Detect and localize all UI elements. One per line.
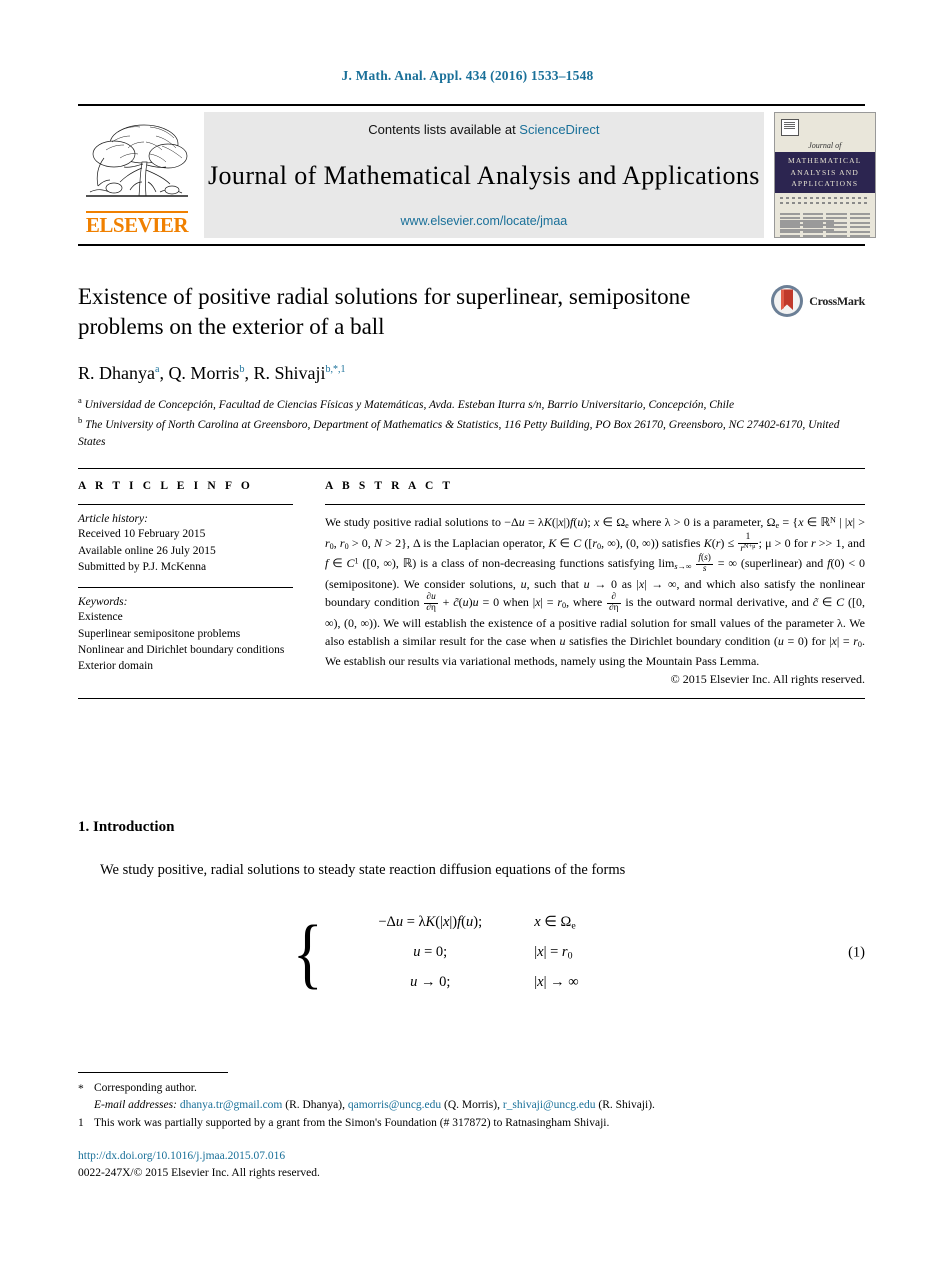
- article-first-page: J. Math. Anal. Appl. 434 (2016) 1533–154…: [0, 0, 935, 1266]
- footnote-grant: 1 This work was partially supported by a…: [78, 1115, 865, 1132]
- journal-masthead: ELSEVIER Contents lists available at Sci…: [78, 104, 876, 246]
- footnote-corresponding-text: Corresponding author.: [94, 1082, 197, 1094]
- affiliation-item: b The University of North Carolina at Gr…: [78, 414, 865, 450]
- article-info-column: A R T I C L E I N F O Article history: R…: [78, 480, 293, 687]
- info-abstract-section: A R T I C L E I N F O Article history: R…: [78, 468, 865, 699]
- crossmark-icon: [771, 285, 804, 317]
- journal-cover-thumbnail: Journal of MATHEMATICAL ANALYSIS AND APP…: [773, 112, 876, 238]
- cover-footer-lines: [779, 219, 870, 234]
- equation-row: u = 0; |x| = r0: [413, 944, 573, 962]
- affiliation-mark: b: [78, 415, 83, 426]
- email-owner: (R. Shivaji).: [598, 1099, 655, 1112]
- equation-number: (1): [848, 944, 865, 961]
- elsevier-logo: ELSEVIER: [78, 112, 196, 238]
- keyword-item: Existence: [78, 611, 123, 624]
- author-name: R. Dhanya: [78, 362, 155, 383]
- issn-copyright-line: 0022-247X/© 2015 Elsevier Inc. All right…: [78, 1166, 320, 1179]
- cover-publisher-mark: [774, 113, 875, 141]
- abstract-body: We study positive radial solutions to −Δ…: [325, 515, 866, 668]
- elsevier-tree-icon: [86, 124, 188, 197]
- author-list: R. Dhanyaa, Q. Morrisb, R. Shivajib,*,1: [78, 362, 346, 383]
- equation-rows: −Δu = λK(|x|)f(u); x ∈ Ωe u = 0; |x| = r…: [330, 908, 654, 997]
- abstract-heading: A B S T R A C T: [325, 480, 454, 493]
- affiliation-text: The University of North Carolina at Gree…: [78, 419, 840, 448]
- page-title: Existence of positive radial solutions f…: [78, 284, 691, 340]
- article-history-label: Article history:: [78, 513, 148, 526]
- cover-header-rules: [775, 193, 875, 211]
- cover-script-line: Journal of: [808, 141, 842, 150]
- footer-doi-block: http://dx.doi.org/10.1016/j.jmaa.2015.07…: [78, 1148, 320, 1181]
- affiliation-list: a Universidad de Concepción, Facultad de…: [78, 394, 865, 451]
- doi-link[interactable]: http://dx.doi.org/10.1016/j.jmaa.2015.07…: [78, 1150, 285, 1162]
- elsevier-wordmark: ELSEVIER: [85, 210, 189, 237]
- footnote-marker-asterisk: *: [78, 1083, 84, 1095]
- keywords-block: Keywords: Existence Superlinear semiposi…: [78, 587, 293, 674]
- email-owner: (Q. Morris): [444, 1099, 498, 1112]
- article-history-received: Received 10 February 2015: [78, 528, 206, 541]
- article-info-heading: A R T I C L E I N F O: [78, 480, 253, 493]
- footnote-grant-text: This work was partially supported by a g…: [94, 1116, 610, 1129]
- equation-row: −Δu = λK(|x|)f(u); x ∈ Ωe: [378, 914, 576, 932]
- email-addresses-label: E-mail addresses:: [94, 1099, 177, 1112]
- footnote-divider: [78, 1072, 228, 1073]
- author-affil-mark: b,*,1: [325, 363, 346, 375]
- abstract-column: A B S T R A C T We study positive radial…: [325, 480, 865, 687]
- crossmark-badge[interactable]: CrossMark: [770, 284, 865, 318]
- section-heading-introduction: 1. Introduction: [78, 818, 175, 835]
- footnotes-block: * Corresponding author. E-mail addresses…: [78, 1072, 865, 1132]
- equation-1: { −Δu = λK(|x|)f(u); x ∈ Ωe u = 0; |x| =…: [78, 905, 865, 1001]
- introduction-paragraph: We study positive, radial solutions to s…: [100, 861, 626, 878]
- author-name: Q. Morris: [168, 362, 240, 383]
- title-block: Existence of positive radial solutions f…: [78, 282, 865, 343]
- crossmark-label: CrossMark: [809, 293, 865, 308]
- divider: [78, 587, 293, 589]
- journal-title: Journal of Mathematical Analysis and App…: [208, 160, 760, 190]
- abstract-copyright: © 2015 Elsevier Inc. All rights reserved…: [670, 671, 865, 686]
- equation-brace: {: [292, 908, 323, 996]
- footnote-corresponding-author: * Corresponding author.: [78, 1080, 865, 1097]
- affiliation-mark: a: [78, 394, 82, 405]
- running-head-citation: J. Math. Anal. Appl. 434 (2016) 1533–154…: [341, 68, 594, 83]
- keyword-item: Superlinear semipositone problems: [78, 627, 241, 640]
- email-owner: (R. Dhanya): [285, 1099, 343, 1112]
- divider: [325, 504, 865, 506]
- journal-homepage-link[interactable]: www.elsevier.com/locate/jmaa: [401, 214, 568, 228]
- contents-prefix-text: Contents lists available at: [368, 122, 520, 137]
- cover-band-line-3: APPLICATIONS: [791, 179, 859, 189]
- journal-banner: Contents lists available at ScienceDirec…: [204, 112, 764, 238]
- email-link-morris[interactable]: qamorris@uncg.edu: [348, 1099, 441, 1111]
- keyword-item: Nonlinear and Dirichlet boundary conditi…: [78, 644, 285, 657]
- keyword-item: Exterior domain: [78, 660, 154, 673]
- email-link-shivaji[interactable]: r_shivaji@uncg.edu: [503, 1099, 596, 1111]
- affiliation-text: Universidad de Concepción, Facultad de C…: [84, 398, 735, 411]
- footnote-marker-one: 1: [78, 1116, 84, 1129]
- author-name: R. Shivaji: [253, 362, 326, 383]
- article-history-submitted: Submitted by P.J. McKenna: [78, 561, 207, 574]
- sciencedirect-link[interactable]: ScienceDirect: [519, 122, 599, 137]
- divider: [78, 504, 293, 506]
- cover-band-line-2: ANALYSIS AND: [790, 167, 859, 177]
- cover-title-band: MATHEMATICAL ANALYSIS AND APPLICATIONS: [774, 152, 875, 193]
- cover-elsevier-icon: [780, 118, 799, 136]
- author-affil-mark: b: [239, 363, 245, 375]
- author-affil-mark: a: [154, 363, 160, 375]
- footnote-emails: E-mail addresses: dhanya.tr@gmail.com (R…: [94, 1099, 655, 1112]
- keywords-label: Keywords:: [78, 596, 128, 609]
- cover-band-line-1: MATHEMATICAL: [787, 156, 862, 165]
- email-link-dhanya[interactable]: dhanya.tr@gmail.com: [180, 1099, 283, 1111]
- equation-row: u → 0; |x| → ∞: [410, 973, 579, 990]
- article-history-online: Available online 26 July 2015: [78, 544, 216, 557]
- affiliation-item: a Universidad de Concepción, Facultad de…: [78, 394, 865, 414]
- contents-available-line: Contents lists available at ScienceDirec…: [368, 122, 599, 137]
